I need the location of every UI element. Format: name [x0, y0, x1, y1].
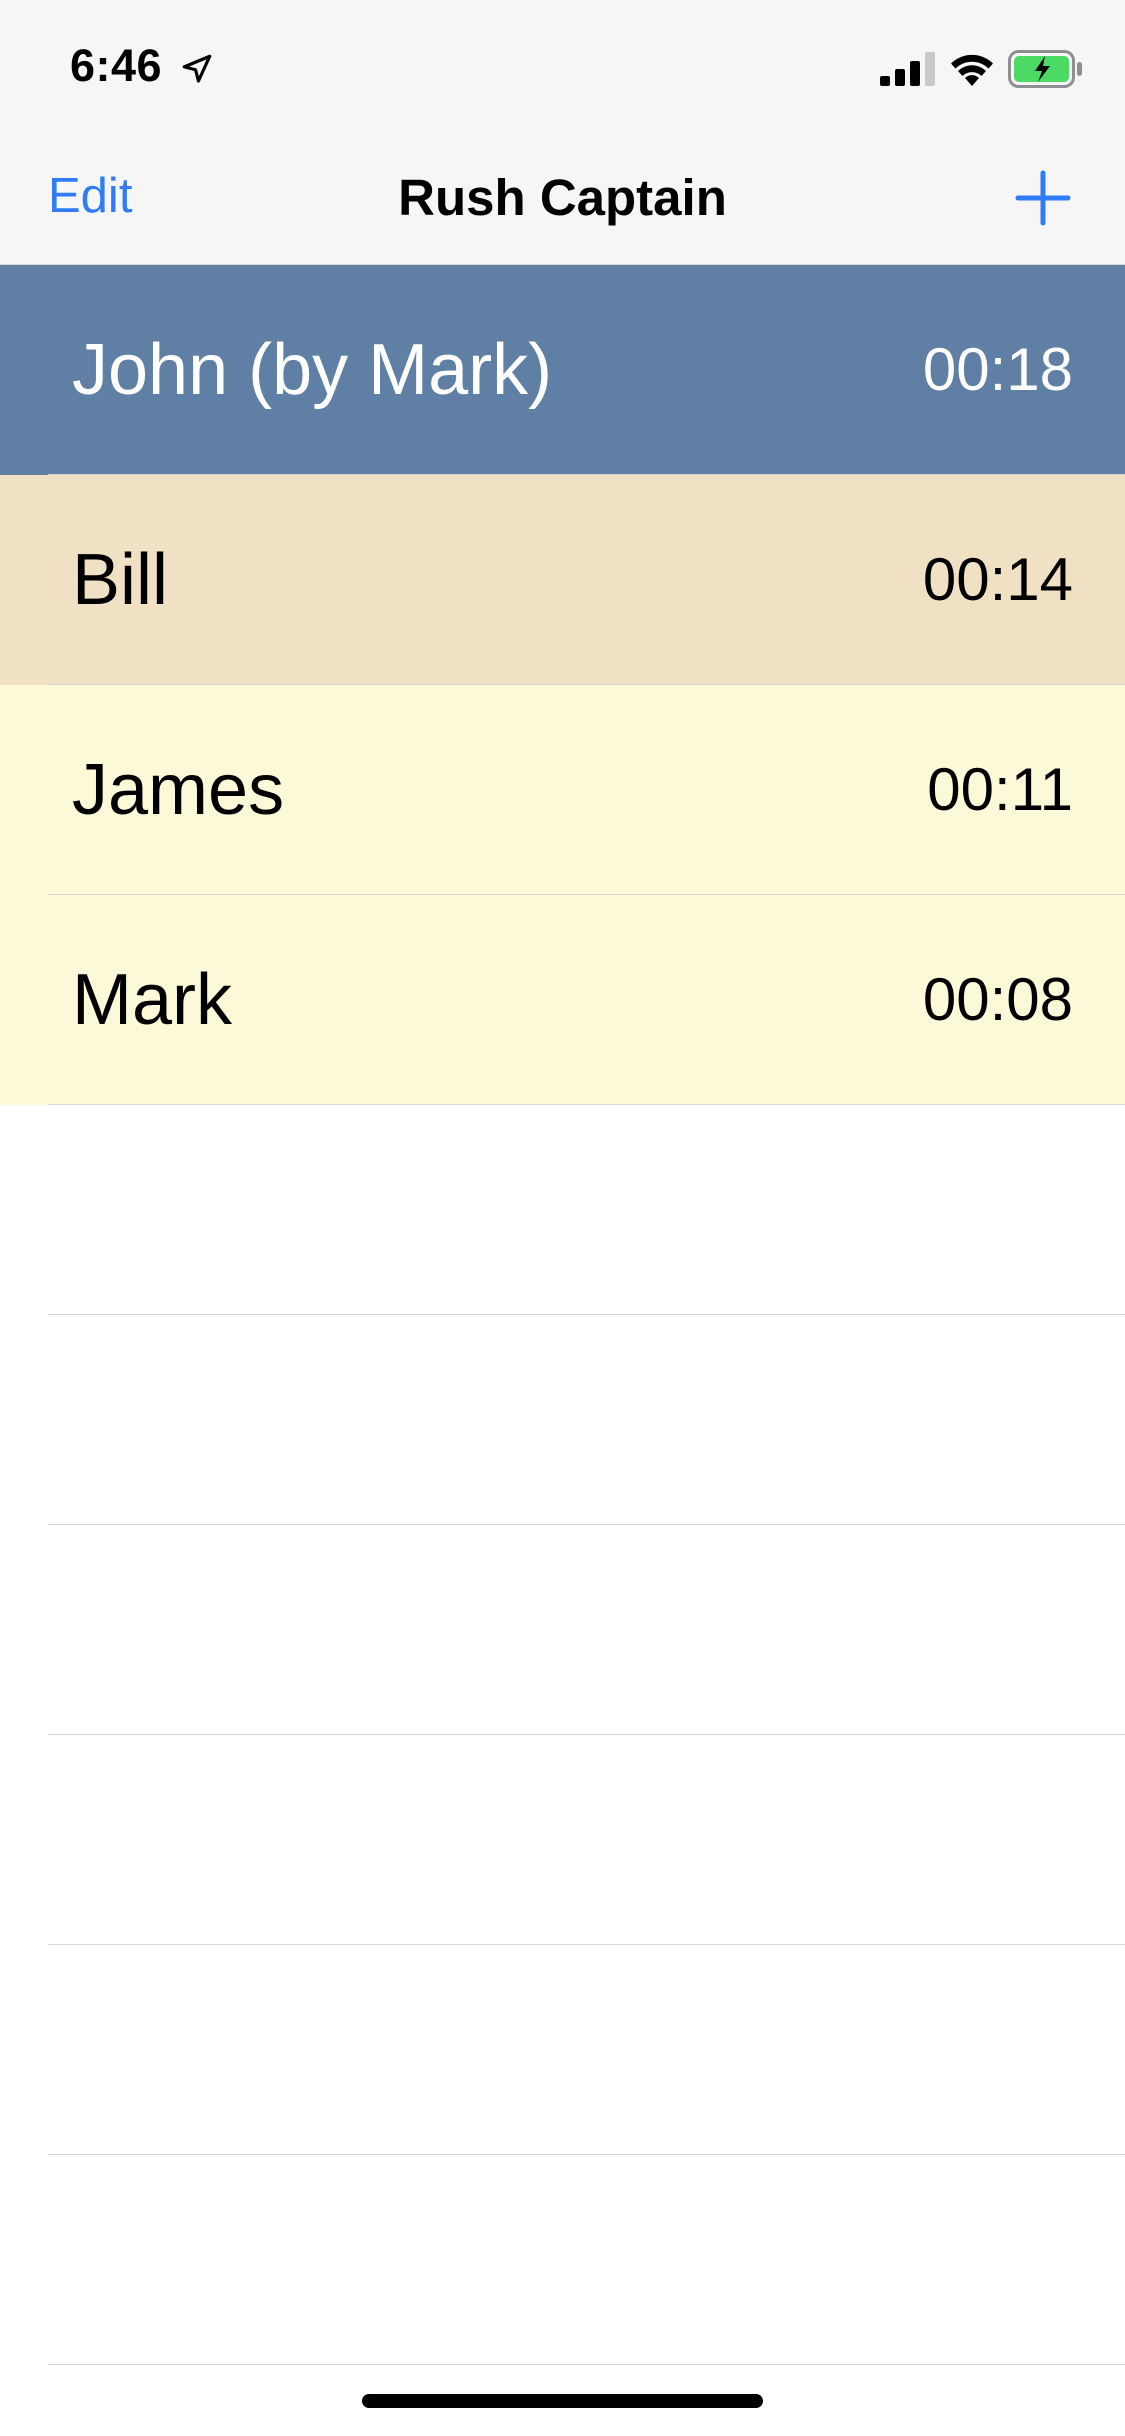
list-item-time: 00:08 — [922, 966, 1073, 1033]
cellular-signal-icon — [880, 52, 935, 86]
list-item-name: John (by Mark) — [72, 330, 553, 410]
empty-row — [0, 1735, 1125, 1945]
list-item[interactable]: Bill 00:14 — [0, 475, 1125, 685]
navigation-bar: Edit Rush Captain — [0, 132, 1125, 264]
empty-row — [0, 1525, 1125, 1735]
plus-icon[interactable] — [1015, 170, 1071, 226]
list-item-time: 00:11 — [927, 756, 1073, 823]
status-bar: 6:46 — [0, 0, 1125, 132]
empty-row — [0, 2155, 1125, 2365]
status-time: 6:46 — [70, 40, 163, 91]
row-separator — [48, 2364, 1125, 2365]
brother-list: John (by Mark) 00:18 Bill 00:14 James 00… — [0, 265, 1125, 2365]
list-item-name: Mark — [72, 960, 232, 1040]
location-arrow-icon — [182, 54, 212, 83]
list-item-time: 00:18 — [922, 336, 1073, 403]
list-item-time: 00:14 — [922, 546, 1073, 613]
wifi-icon — [951, 54, 993, 86]
top-chrome: 6:46 Edit Rush Captain — [0, 0, 1125, 265]
empty-row — [0, 1945, 1125, 2155]
battery-charging-icon — [1008, 50, 1082, 88]
page-title: Rush Captain — [398, 169, 727, 226]
home-indicator[interactable] — [362, 2394, 763, 2408]
list-item-name: James — [72, 750, 285, 830]
list-item[interactable]: James 00:11 — [0, 685, 1125, 895]
empty-row — [0, 1315, 1125, 1525]
empty-row — [0, 1105, 1125, 1315]
list-item[interactable]: John (by Mark) 00:18 — [0, 265, 1125, 475]
list-item[interactable]: Mark 00:08 — [0, 895, 1125, 1105]
list-item-name: Bill — [72, 540, 169, 620]
